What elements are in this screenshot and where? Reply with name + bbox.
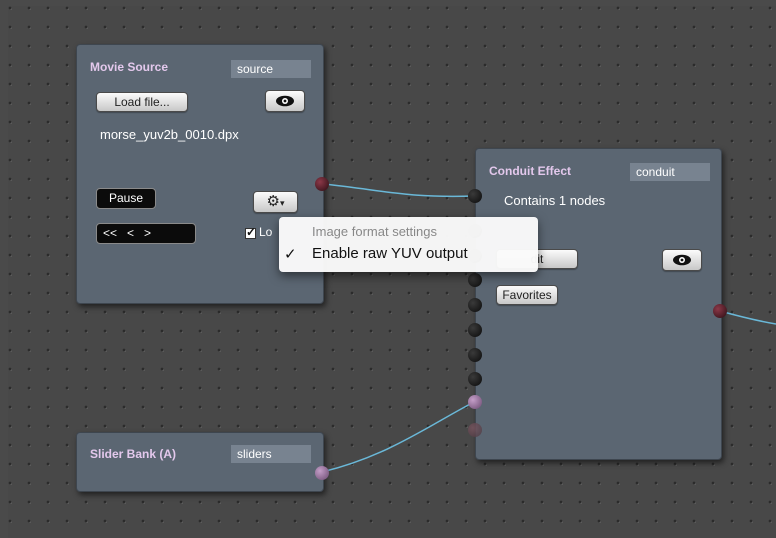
conduit-output-port[interactable] (713, 304, 727, 318)
conduit-input-port[interactable] (468, 372, 482, 386)
conduit-input-port[interactable] (468, 298, 482, 312)
loop-label: Lo (259, 225, 273, 239)
node-count-label: Contains 1 nodes (504, 193, 606, 208)
conduit-input-port[interactable] (468, 323, 482, 337)
pause-button[interactable]: Pause (96, 188, 156, 209)
conduit-input-port[interactable] (468, 189, 482, 203)
movie-source-output-port[interactable] (315, 177, 329, 191)
image-format-popup-menu: Image format settings ✓ Enable raw YUV o… (279, 217, 538, 272)
chevron-down-icon: ▾ (279, 198, 285, 208)
wire-sliders-to-conduit (321, 401, 475, 473)
menu-item-enable-raw-yuv[interactable]: Enable raw YUV output (312, 245, 468, 262)
view-toggle-button[interactable] (265, 90, 305, 112)
conduit-param-port[interactable] (468, 395, 482, 409)
conduit-input-port[interactable] (468, 348, 482, 362)
slider-bank-output-port[interactable] (315, 466, 329, 480)
node-title: Conduit Effect (489, 164, 571, 178)
view-toggle-button[interactable] (662, 249, 702, 271)
wire-source-to-conduit (323, 183, 475, 198)
transport-controls[interactable]: << < > (96, 223, 196, 244)
conduit-param-port[interactable] (468, 423, 482, 437)
node-name-field[interactable]: conduit (630, 163, 710, 181)
settings-menu-button[interactable]: ⚙▾ (253, 191, 298, 213)
loop-checkbox[interactable]: ✓ (245, 225, 256, 239)
favorites-button[interactable]: Favorites (496, 285, 558, 305)
conduit-effect-node[interactable]: Conduit Effect conduit Contains 1 nodes … (475, 148, 722, 460)
wire-conduit-out (719, 310, 776, 325)
slider-bank-node[interactable]: Slider Bank (A) sliders (76, 432, 324, 492)
checkmark-icon: ✓ (284, 246, 297, 263)
eye-icon (673, 254, 691, 266)
node-name-field[interactable]: source (231, 60, 311, 78)
menu-header: Image format settings (312, 224, 437, 239)
node-title: Movie Source (90, 60, 169, 74)
filename-label: morse_yuv2b_0010.dpx (100, 127, 239, 142)
gear-icon: ⚙ (266, 193, 280, 210)
node-graph-canvas[interactable]: Movie Source source Load file... morse_y… (8, 6, 776, 538)
conduit-input-port[interactable] (468, 273, 482, 287)
load-file-button[interactable]: Load file... (96, 92, 188, 112)
node-name-field[interactable]: sliders (231, 445, 311, 463)
eye-icon (276, 95, 294, 107)
node-title: Slider Bank (A) (90, 447, 177, 461)
